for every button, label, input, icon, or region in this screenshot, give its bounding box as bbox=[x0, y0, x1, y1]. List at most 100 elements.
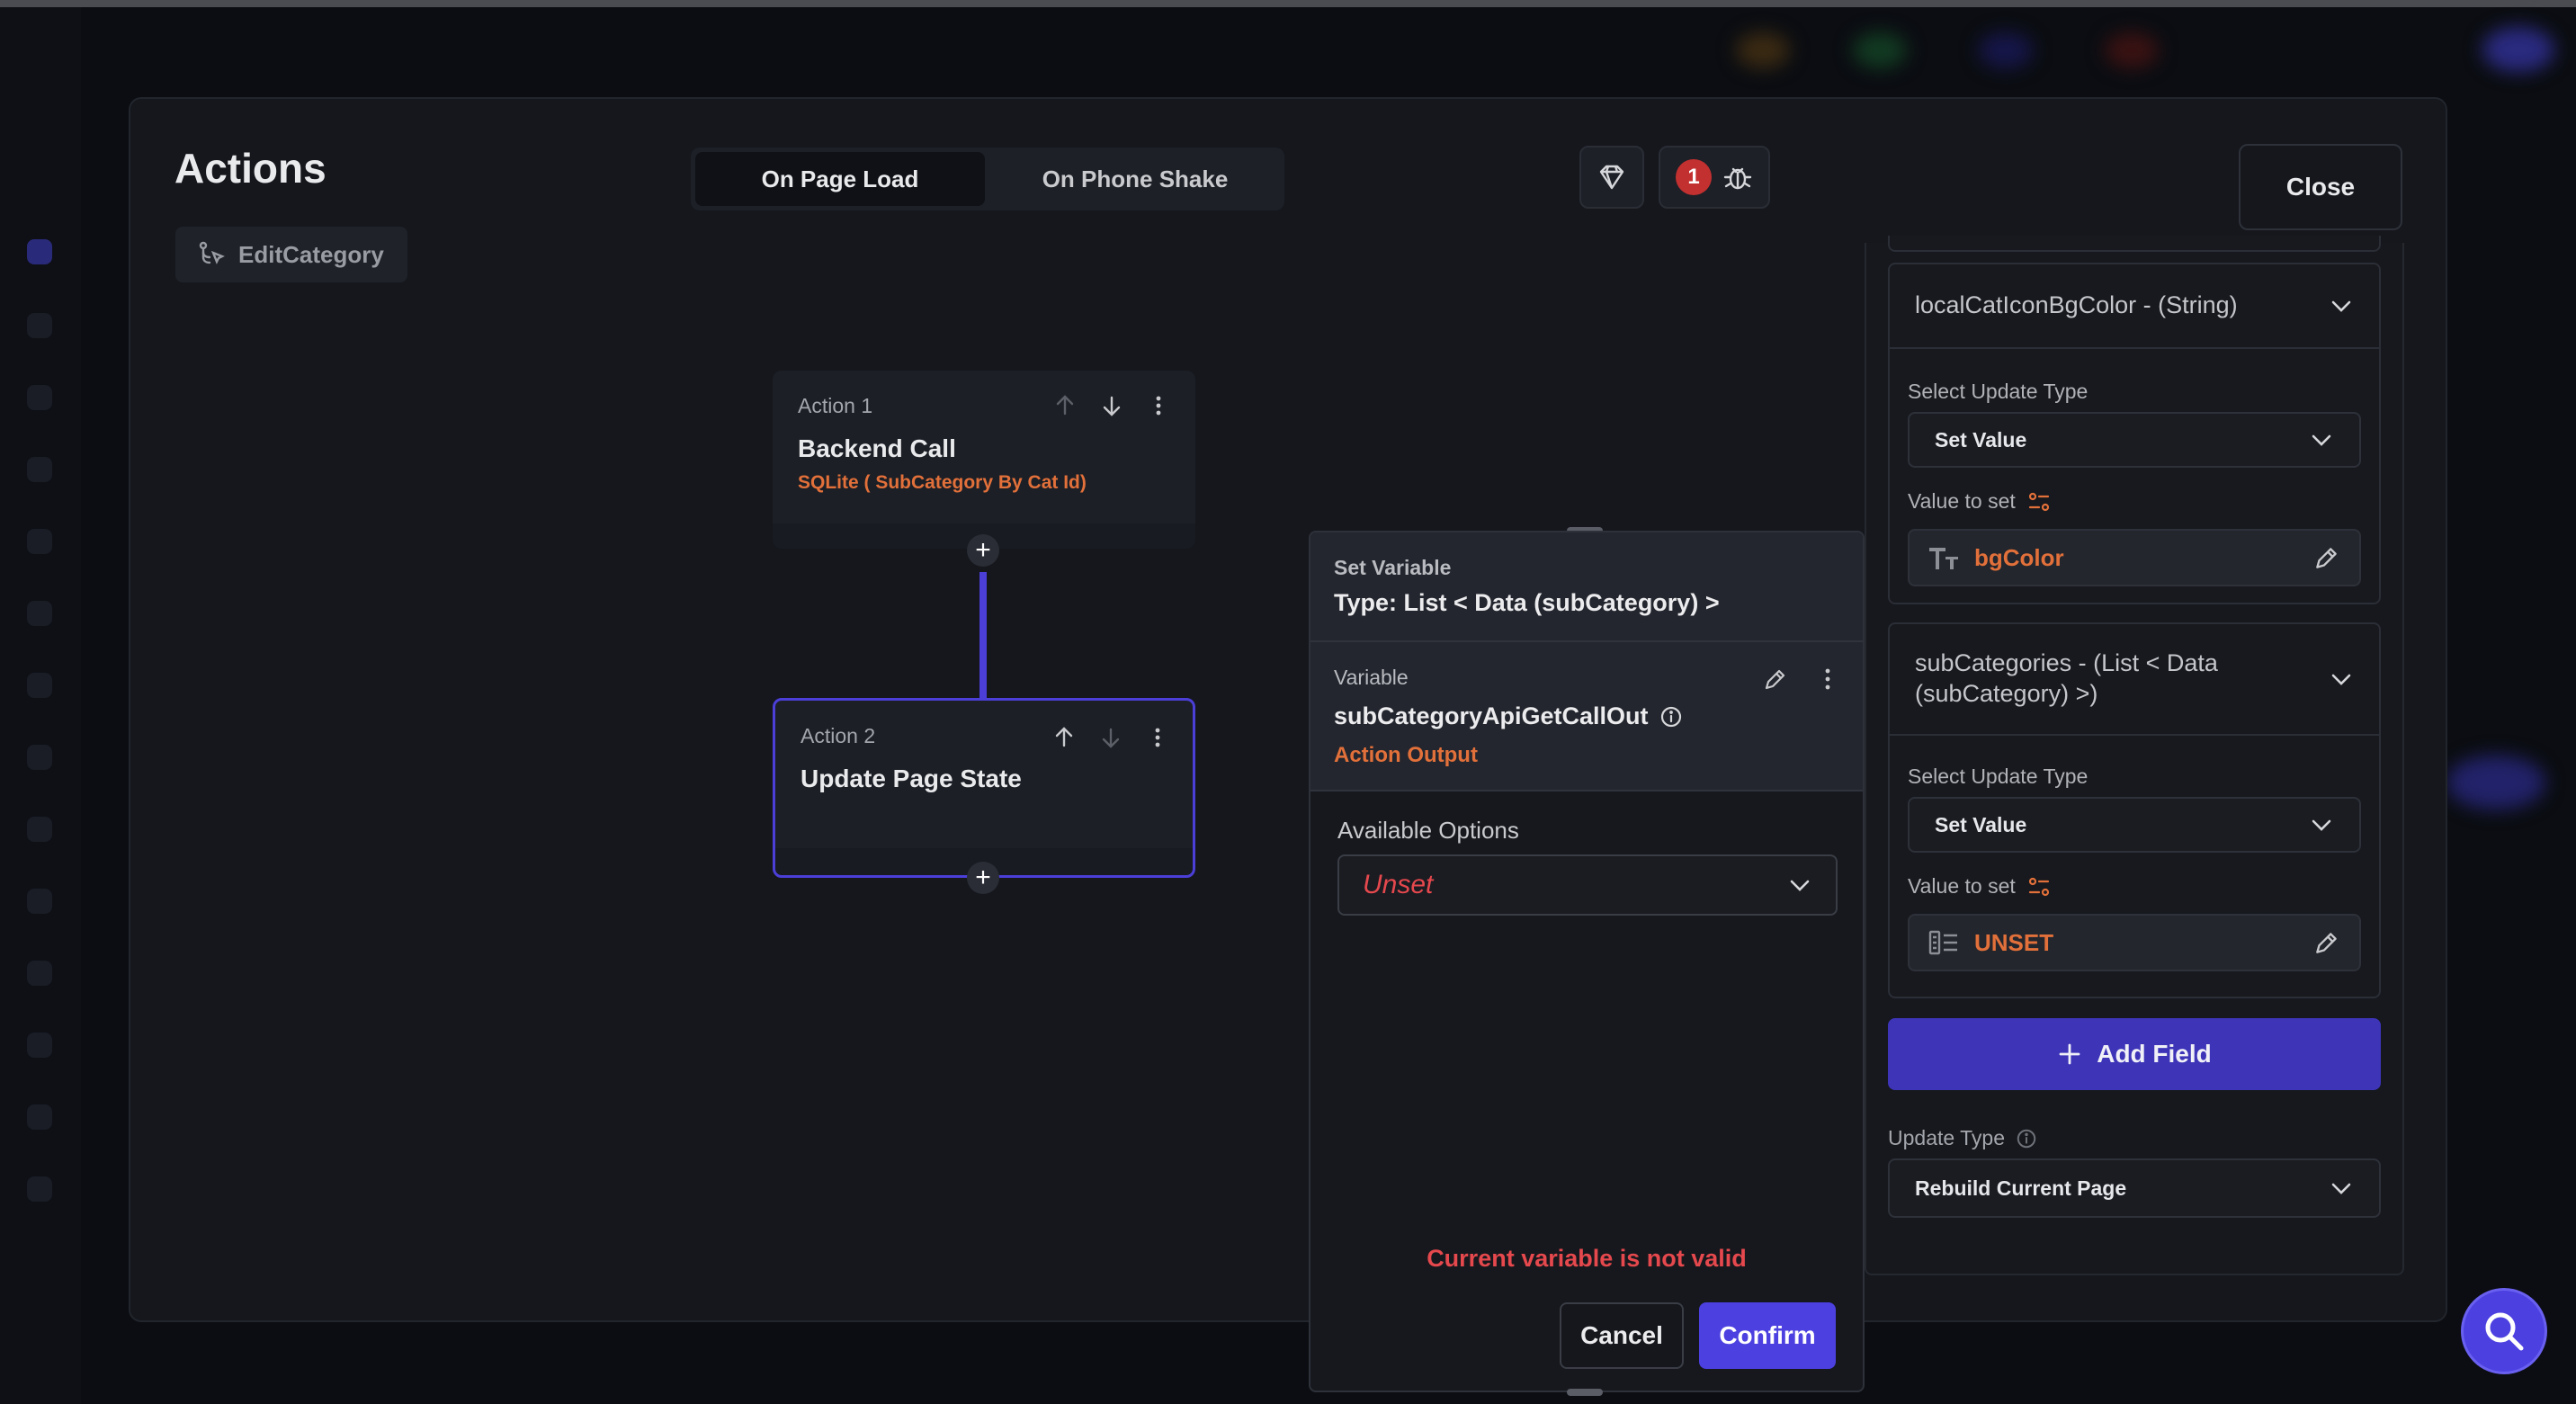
add-action-button[interactable]: + bbox=[967, 534, 999, 567]
value-to-set-row: Value to set bbox=[1908, 489, 2052, 514]
trigger-tabs: On Page Load On Phone Shake bbox=[691, 148, 1284, 210]
action-subtitle: SQLite ( SubCategory By Cat Id) bbox=[798, 472, 1087, 493]
chevron-down-icon bbox=[2312, 819, 2331, 831]
background-blur bbox=[2446, 756, 2545, 809]
bug-icon bbox=[1723, 167, 1752, 190]
background-blur bbox=[1736, 32, 1790, 68]
previous-field-box bbox=[1888, 236, 2381, 252]
background-nav-item bbox=[27, 313, 52, 338]
update-type-dropdown[interactable]: Set Value bbox=[1908, 797, 2361, 853]
add-field-label: Add Field bbox=[2097, 1040, 2212, 1068]
background-nav-item bbox=[27, 1033, 52, 1058]
page-title: Actions bbox=[174, 145, 326, 192]
update-type-section-label: Update Type bbox=[1888, 1126, 2006, 1149]
state-field-name: localCatIconBgColor - (String) bbox=[1915, 291, 2238, 319]
state-field-header[interactable]: subCategories - (List < Data (subCategor… bbox=[1890, 624, 2379, 736]
more-vertical-icon[interactable] bbox=[1816, 666, 1839, 693]
state-field-card: localCatIconBgColor - (String) Select Up… bbox=[1888, 263, 2381, 604]
value-text: UNSET bbox=[1974, 928, 2054, 956]
tab-on-page-load[interactable]: On Page Load bbox=[695, 152, 985, 206]
available-options-select[interactable]: Unset bbox=[1337, 854, 1838, 916]
chevron-down-icon bbox=[2331, 1183, 2351, 1194]
background-nav-item bbox=[27, 457, 52, 482]
background-blur bbox=[1979, 32, 2033, 68]
value-to-set-label: Value to set bbox=[1908, 874, 2016, 898]
background-top-bar bbox=[0, 0, 2576, 7]
arrow-down-icon[interactable] bbox=[1100, 394, 1123, 417]
search-icon bbox=[2485, 1312, 2524, 1351]
background-blur bbox=[2482, 27, 2554, 72]
variable-settings-icon[interactable] bbox=[2026, 490, 2052, 514]
arrow-up-icon[interactable] bbox=[1052, 726, 1076, 749]
chevron-down-icon bbox=[2312, 434, 2331, 446]
edit-pencil-icon[interactable] bbox=[2312, 928, 2341, 957]
action-card-2[interactable]: Action 2 Update Page State bbox=[773, 698, 1195, 878]
resize-handle-bottom[interactable] bbox=[1567, 1389, 1603, 1396]
background-nav-item bbox=[27, 1176, 52, 1202]
background-blur bbox=[1853, 32, 1907, 68]
validation-error: Current variable is not valid bbox=[1427, 1245, 1747, 1272]
update-type-dropdown[interactable]: Set Value bbox=[1908, 412, 2361, 468]
edit-pencil-icon[interactable] bbox=[1762, 666, 1789, 693]
cancel-button[interactable]: Cancel bbox=[1560, 1302, 1684, 1369]
update-type-value: Set Value bbox=[1935, 427, 2027, 452]
chevron-down-icon bbox=[2331, 300, 2351, 312]
plus-icon bbox=[2059, 1043, 2080, 1065]
gem-cursor-icon bbox=[1599, 165, 1624, 190]
set-variable-type: Type: List < Data (subCategory) > bbox=[1334, 589, 1720, 616]
value-field[interactable]: bgColor bbox=[1908, 529, 2361, 586]
state-field-name: subCategories - (List < Data (subCategor… bbox=[1915, 649, 2218, 707]
info-icon[interactable] bbox=[2016, 1128, 2037, 1149]
background-nav-item bbox=[27, 817, 52, 842]
set-variable-panel: Set Variable Type: List < Data (subCateg… bbox=[1309, 531, 1865, 1392]
action-card-1[interactable]: Action 1 Backend Call SQLite ( SubCatego… bbox=[773, 371, 1195, 549]
state-field-card: subCategories - (List < Data (subCategor… bbox=[1888, 622, 2381, 998]
search-fab[interactable] bbox=[2461, 1288, 2547, 1374]
background-nav-rail bbox=[0, 7, 81, 1404]
edit-pencil-icon[interactable] bbox=[2312, 543, 2341, 572]
set-variable-heading: Set Variable bbox=[1334, 556, 1452, 579]
background-nav-item bbox=[27, 889, 52, 914]
update-type-value: Set Value bbox=[1935, 812, 2027, 836]
info-icon[interactable] bbox=[1659, 705, 1683, 729]
background-blur bbox=[2105, 32, 2159, 68]
rebuild-type-dropdown[interactable]: Rebuild Current Page bbox=[1888, 1158, 2381, 1218]
update-state-panel: localCatIconBgColor - (String) Select Up… bbox=[1865, 236, 2404, 1275]
rebuild-type-value: Rebuild Current Page bbox=[1915, 1176, 2127, 1200]
arrow-down-icon[interactable] bbox=[1099, 726, 1123, 749]
widget-chip[interactable]: EditCategory bbox=[175, 227, 407, 282]
chevron-down-icon bbox=[2331, 674, 2351, 685]
state-field-header[interactable]: localCatIconBgColor - (String) bbox=[1890, 264, 2379, 349]
error-count-badge: 1 bbox=[1676, 159, 1712, 195]
arrow-up-icon[interactable] bbox=[1053, 394, 1077, 417]
text-type-icon bbox=[1929, 548, 1958, 569]
update-type-label: Select Update Type bbox=[1908, 380, 2089, 403]
debug-button[interactable]: 1 bbox=[1659, 146, 1770, 209]
list-type-icon bbox=[1928, 930, 1957, 955]
set-variable-header: Set Variable Type: List < Data (subCateg… bbox=[1310, 532, 1863, 642]
ai-agent-button[interactable] bbox=[1579, 146, 1644, 209]
value-field[interactable]: UNSET bbox=[1908, 914, 2361, 971]
update-type-row: Update Type bbox=[1888, 1126, 2037, 1150]
background-nav-item bbox=[27, 239, 52, 264]
variable-source: Action Output bbox=[1334, 743, 1478, 767]
variable-settings-icon[interactable] bbox=[2026, 875, 2052, 899]
available-options-value: Unset bbox=[1363, 870, 1434, 899]
variable-name: subCategoryApiGetCallOut bbox=[1334, 702, 1649, 729]
background-nav-item bbox=[27, 961, 52, 986]
close-button[interactable]: Close bbox=[2239, 144, 2402, 230]
more-vertical-icon[interactable] bbox=[1147, 394, 1170, 417]
confirm-button[interactable]: Confirm bbox=[1699, 1302, 1836, 1369]
value-text: bgColor bbox=[1974, 543, 2064, 571]
background-nav-item bbox=[27, 529, 52, 554]
value-to-set-label: Value to set bbox=[1908, 489, 2016, 513]
tab-on-phone-shake[interactable]: On Phone Shake bbox=[990, 152, 1280, 206]
variable-section: Variable subCategoryApiGetCallOut Action… bbox=[1310, 642, 1863, 791]
add-field-button[interactable]: Add Field bbox=[1888, 1018, 2381, 1090]
value-to-set-row: Value to set bbox=[1908, 874, 2052, 899]
more-vertical-icon[interactable] bbox=[1146, 726, 1169, 749]
action-title: Update Page State bbox=[801, 765, 1022, 792]
update-type-label: Select Update Type bbox=[1908, 765, 2089, 788]
cursor-branch-icon bbox=[199, 241, 225, 264]
add-action-button[interactable]: + bbox=[967, 862, 999, 894]
